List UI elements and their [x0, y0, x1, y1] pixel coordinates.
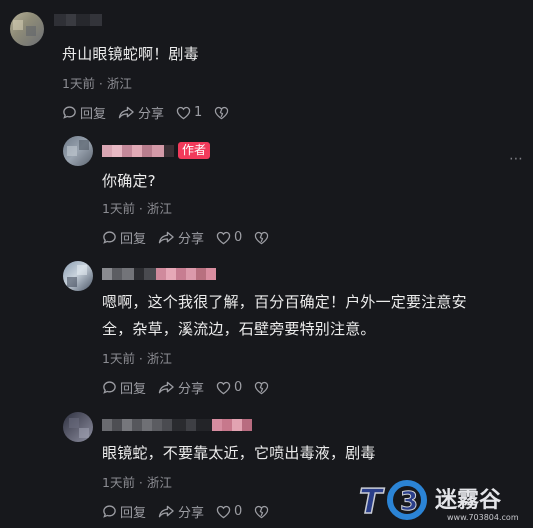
broken-heart-icon: [255, 231, 269, 244]
dislike-button[interactable]: [254, 381, 272, 395]
reply-label: 回复: [120, 382, 147, 397]
username-redacted[interactable]: [102, 419, 252, 431]
comment-actions: 回复 分享 0: [102, 502, 284, 521]
share-icon: [158, 231, 174, 244]
share-button[interactable]: 分享: [158, 502, 204, 521]
comment-text: 眼镜蛇，不要靠太近，它喷出毒液，剧毒: [102, 444, 376, 462]
share-icon: [158, 381, 174, 394]
reply-button[interactable]: 回复: [62, 103, 106, 122]
dislike-button[interactable]: [254, 505, 272, 519]
heart-icon: [216, 381, 231, 394]
reply-icon: [63, 106, 76, 119]
share-button[interactable]: 分享: [118, 103, 164, 122]
dislike-button[interactable]: [214, 106, 232, 120]
comment-actions: 回复 分享 1: [62, 103, 244, 122]
svg-text:T: T: [359, 482, 385, 522]
share-button[interactable]: 分享: [158, 378, 204, 397]
comment-meta: 1天前 · 浙江: [62, 76, 132, 91]
avatar[interactable]: [10, 12, 44, 46]
comment-meta: 1天前 · 浙江: [102, 351, 172, 366]
comment-text-line1: 嗯啊，这个我很了解，百分百确定！户外一定要注意安: [102, 293, 467, 311]
username-redacted[interactable]: [102, 268, 216, 280]
broken-heart-icon: [255, 505, 269, 518]
comment-actions: 回复 分享 0: [102, 378, 284, 397]
share-label: 分享: [178, 382, 205, 397]
share-label: 分享: [138, 107, 165, 122]
share-label: 分享: [178, 506, 205, 521]
heart-icon: [216, 231, 231, 244]
comment-text-line2: 全，杂草，溪流边，石壁旁要特别注意。: [102, 320, 376, 338]
like-count: 0: [234, 230, 243, 245]
heart-icon: [216, 505, 231, 518]
heart-icon: [176, 106, 191, 119]
share-icon: [158, 505, 174, 518]
like-count: 0: [234, 504, 243, 519]
reply-button[interactable]: 回复: [102, 378, 146, 397]
broken-heart-icon: [255, 381, 269, 394]
like-button[interactable]: 0: [216, 380, 242, 395]
comment-meta: 1天前 · 浙江: [102, 201, 172, 216]
username-redacted[interactable]: [102, 145, 174, 157]
svg-text:www.703804.com: www.703804.com: [447, 513, 519, 522]
username-redacted[interactable]: [54, 14, 102, 26]
comment-actions: 回复 分享 0: [102, 228, 284, 247]
reply-label: 回复: [120, 506, 147, 521]
comment-text: 你确定?: [102, 172, 156, 190]
like-button[interactable]: 1: [176, 105, 202, 120]
avatar[interactable]: [63, 412, 93, 442]
comment-meta: 1天前 · 浙江: [102, 475, 172, 490]
reply-button[interactable]: 回复: [102, 502, 146, 521]
like-count: 1: [194, 105, 203, 120]
reply-icon: [103, 231, 116, 244]
broken-heart-icon: [215, 106, 229, 119]
svg-text:迷霧谷: 迷霧谷: [434, 488, 502, 513]
like-button[interactable]: 0: [216, 230, 242, 245]
share-button[interactable]: 分享: [158, 228, 204, 247]
reply-label: 回复: [120, 232, 147, 247]
comment-text: 舟山眼镜蛇啊！剧毒: [62, 45, 199, 63]
avatar[interactable]: [63, 261, 93, 291]
reply-button[interactable]: 回复: [102, 228, 146, 247]
dislike-button[interactable]: [254, 231, 272, 245]
reply-label: 回复: [80, 107, 107, 122]
share-icon: [118, 106, 134, 119]
reply-icon: [103, 381, 116, 394]
share-label: 分享: [178, 232, 205, 247]
avatar[interactable]: [63, 136, 93, 166]
watermark-logo: T 3 迷霧谷 www.703804.com: [358, 480, 519, 523]
reply-icon: [103, 505, 116, 518]
more-options-button[interactable]: ⋯: [509, 151, 524, 167]
like-button[interactable]: 0: [216, 504, 242, 519]
author-badge: 作者: [178, 142, 211, 159]
like-count: 0: [234, 380, 243, 395]
svg-text:3: 3: [400, 487, 418, 517]
